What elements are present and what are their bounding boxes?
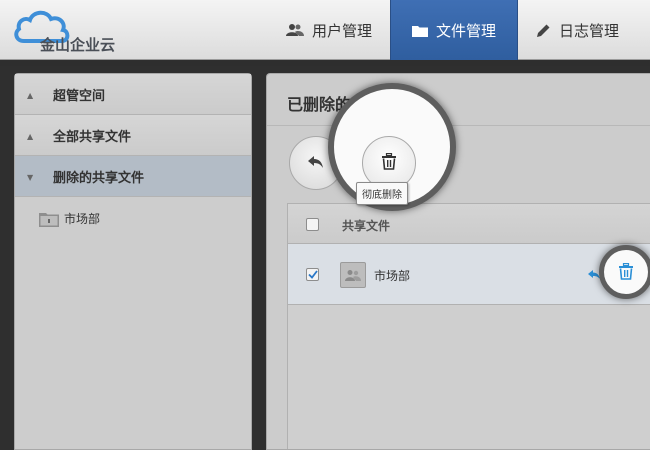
header-shadow [0,60,650,66]
app-logo[interactable]: 金山企业云 [14,7,124,55]
divider [267,125,650,126]
table-header: 共享文件 [288,204,650,244]
file-table: 共享文件 市场部 [287,203,650,449]
sidebar-item-label: 超管空间 [53,88,106,104]
nav-user-management[interactable]: 用户管理 [268,0,390,60]
select-all-checkbox[interactable] [306,218,319,231]
top-header: 金山企业云 用户管理 文件管理 日志管理 [0,0,650,60]
magnifier-row-action [599,245,650,299]
row-checkbox[interactable] [306,268,319,281]
collapsed-arrow-icon: ▲ [27,91,34,100]
sidebar-item-label: 删除的共享文件 [53,170,145,186]
nav-label: 日志管理 [559,21,620,40]
nav-label: 用户管理 [312,21,373,40]
pencil-icon [536,23,551,38]
main-nav: 用户管理 文件管理 日志管理 [268,0,637,60]
expanded-arrow-icon: ▼ [27,173,34,182]
sidebar: ▲ 超管空间 ▲ 全部共享文件 ▼ 删除的共享文件 市场部 [14,73,252,450]
delete-tooltip: 彻底删除 [356,182,408,205]
table-row[interactable]: 市场部 [288,244,650,305]
row-delete-icon[interactable] [618,262,634,284]
shared-folder-icon [340,262,366,288]
tree-item-label: 市场部 [64,212,101,226]
nav-file-management[interactable]: 文件管理 [390,0,519,60]
restore-icon [308,154,324,173]
folder-icon [39,211,59,227]
tree-item-marketing[interactable]: 市场部 [39,210,100,227]
collapsed-arrow-icon: ▲ [27,132,34,141]
column-header-name: 共享文件 [342,219,391,233]
logo-text: 金山企业云 [40,36,116,54]
nav-label: 文件管理 [436,21,497,40]
folder-icon [412,24,429,37]
nav-log-management[interactable]: 日志管理 [518,0,637,60]
trash-icon [381,152,397,174]
sidebar-item-label: 全部共享文件 [53,129,132,145]
main-panel: 已删除的共享文件 共享文件 市场部 [266,73,650,450]
users-icon [286,23,304,37]
sidebar-item-deleted-shared-files[interactable]: ▼ 删除的共享文件 [15,156,251,197]
file-name: 市场部 [374,269,411,283]
sidebar-item-admin-space[interactable]: ▲ 超管空间 [15,74,251,115]
sidebar-item-all-shared-files[interactable]: ▲ 全部共享文件 [15,115,251,156]
